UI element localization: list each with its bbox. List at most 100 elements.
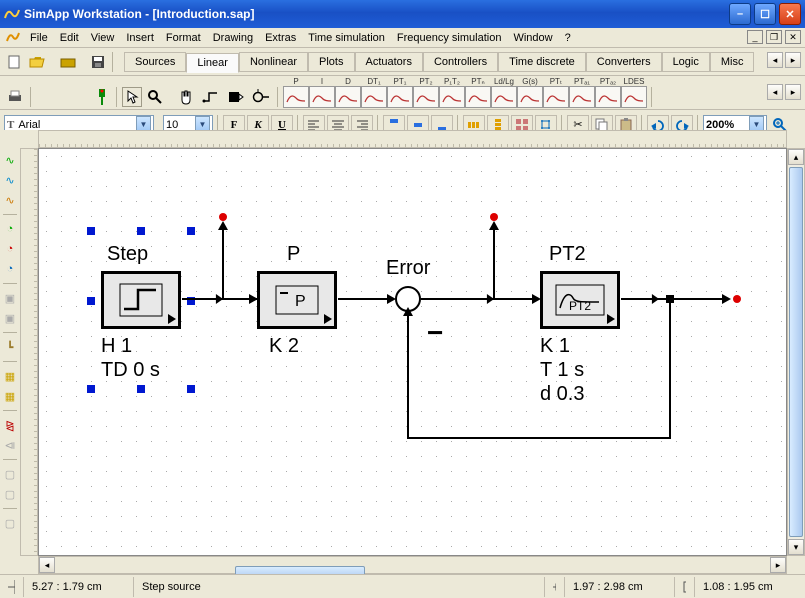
cat-plots[interactable]: Plots (308, 52, 354, 72)
save-button[interactable] (88, 52, 108, 72)
cat-logic[interactable]: Logic (662, 52, 710, 72)
cat-converters[interactable]: Converters (586, 52, 662, 72)
maximize-button[interactable]: ☐ (754, 3, 776, 25)
minimize-button[interactable]: – (729, 3, 751, 25)
palette-ld/lg[interactable]: Ld/Lg (491, 86, 517, 108)
menu-window[interactable]: Window (513, 32, 552, 44)
palette-dt₁[interactable]: DT₁ (361, 86, 387, 108)
ungroup-icon[interactable]: ▦ (2, 388, 18, 404)
cat-actuators[interactable]: Actuators (355, 52, 423, 72)
palette-p₁t₂[interactable]: P₁T₂ (439, 86, 465, 108)
probe-tool-button[interactable] (92, 87, 112, 107)
menu-freq-sim[interactable]: Frequency simulation (397, 32, 502, 44)
close-button[interactable]: ✕ (779, 3, 801, 25)
wire[interactable] (421, 298, 539, 300)
probe[interactable] (493, 229, 495, 299)
probe-point[interactable] (490, 213, 498, 221)
step-block[interactable] (101, 271, 181, 329)
selection-handle[interactable] (87, 297, 95, 305)
run-sine-icon[interactable]: ∿ (2, 152, 18, 168)
palette-i[interactable]: I (309, 86, 335, 108)
pan-tool-button[interactable] (175, 87, 197, 107)
horizontal-scrollbar[interactable]: ◂ ▸ (38, 556, 787, 574)
selection-handle[interactable] (137, 385, 145, 393)
palette-pt₂[interactable]: PT₂ (413, 86, 439, 108)
selection-handle[interactable] (87, 227, 95, 235)
palette-ldes[interactable]: LDES (621, 86, 647, 108)
cat-controllers[interactable]: Controllers (423, 52, 498, 72)
hierarchy-icon[interactable]: ┗ (2, 339, 18, 355)
scroll-left-button[interactable]: ◂ (39, 557, 55, 573)
p-block[interactable]: P (257, 271, 337, 329)
mdi-minimize-button[interactable]: _ (747, 30, 763, 44)
palette-g(s)[interactable]: G(s) (517, 86, 543, 108)
open-file-button[interactable] (26, 52, 48, 72)
menu-insert[interactable]: Insert (126, 32, 154, 44)
palette-ptₙ[interactable]: PTₙ (465, 86, 491, 108)
stack-back-icon[interactable]: ▣ (2, 290, 18, 306)
clock-green-icon[interactable]: ◔ (2, 221, 18, 237)
palette-ptₜ[interactable]: PTₜ (543, 86, 569, 108)
clock-blue-icon[interactable]: ◔ (2, 261, 18, 277)
freq-plot-icon[interactable]: ∿ (2, 192, 18, 208)
scroll-down-button[interactable]: ▾ (788, 539, 804, 555)
menu-extras[interactable]: Extras (265, 32, 296, 44)
palette-ptₐ₂[interactable]: PTₐ₂ (595, 86, 621, 108)
clock-red-icon[interactable]: ◔ (2, 241, 18, 257)
menu-drawing[interactable]: Drawing (213, 32, 253, 44)
print-button[interactable] (4, 87, 26, 107)
menu-format[interactable]: Format (166, 32, 201, 44)
time-plot-icon[interactable]: ∿ (2, 172, 18, 188)
cat-misc[interactable]: Misc (710, 52, 755, 72)
mdi-close-button[interactable]: ✕ (785, 30, 801, 44)
zoom-tool-button[interactable] (144, 87, 166, 107)
blank-3-icon[interactable]: ▢ (2, 515, 18, 531)
blank-1-icon[interactable]: ▢ (2, 466, 18, 482)
palette-scroll-right[interactable]: ▸ (785, 84, 801, 100)
selection-handle[interactable] (187, 227, 195, 235)
selection-handle[interactable] (187, 385, 195, 393)
palette-p[interactable]: P (283, 86, 309, 108)
palette-ptₐ₁[interactable]: PTₐ₁ (569, 86, 595, 108)
blank-2-icon[interactable]: ▢ (2, 486, 18, 502)
flip-h-icon[interactable]: ⧎ (2, 417, 18, 433)
cat-scroll-left[interactable]: ◂ (767, 52, 783, 68)
new-file-button[interactable] (4, 52, 24, 72)
cat-sources[interactable]: Sources (124, 52, 186, 72)
mdi-restore-button[interactable]: ❐ (766, 30, 782, 44)
palette-d[interactable]: D (335, 86, 361, 108)
menu-help[interactable]: ? (565, 32, 571, 44)
canvas[interactable]: Step H 1 TD 0 s P P K 2 Error (38, 148, 787, 556)
selection-handle[interactable] (137, 227, 145, 235)
output-point[interactable] (733, 295, 741, 303)
scroll-up-button[interactable]: ▴ (788, 149, 804, 165)
wire[interactable] (408, 437, 671, 439)
cat-nonlinear[interactable]: Nonlinear (239, 52, 308, 72)
wire-tool-button[interactable] (199, 87, 223, 107)
flip-block-button[interactable] (225, 87, 247, 107)
palette-pt₁[interactable]: PT₁ (387, 86, 413, 108)
cat-linear[interactable]: Linear (186, 53, 239, 73)
wire[interactable] (621, 298, 729, 300)
probe[interactable] (222, 229, 224, 299)
menu-time-sim[interactable]: Time simulation (308, 32, 385, 44)
junction-button[interactable] (249, 87, 273, 107)
menu-view[interactable]: View (91, 32, 115, 44)
scroll-thumb[interactable] (789, 167, 803, 537)
selection-handle[interactable] (87, 385, 95, 393)
scroll-right-button[interactable]: ▸ (770, 557, 786, 573)
cat-scroll-right[interactable]: ▸ (785, 52, 801, 68)
open-folder-button[interactable] (57, 52, 79, 72)
wire[interactable] (407, 313, 409, 439)
wire[interactable] (669, 299, 671, 439)
stack-front-icon[interactable]: ▣ (2, 310, 18, 326)
palette-scroll-left[interactable]: ◂ (767, 84, 783, 100)
pointer-tool-button[interactable] (122, 87, 142, 107)
menu-edit[interactable]: Edit (60, 32, 79, 44)
menu-file[interactable]: File (30, 32, 48, 44)
wire[interactable] (338, 298, 394, 300)
group-icon[interactable]: ▦ (2, 368, 18, 384)
probe-point[interactable] (219, 213, 227, 221)
vertical-scrollbar[interactable]: ▴ ▾ (787, 148, 805, 556)
pt2-block[interactable]: PT2 (540, 271, 620, 329)
